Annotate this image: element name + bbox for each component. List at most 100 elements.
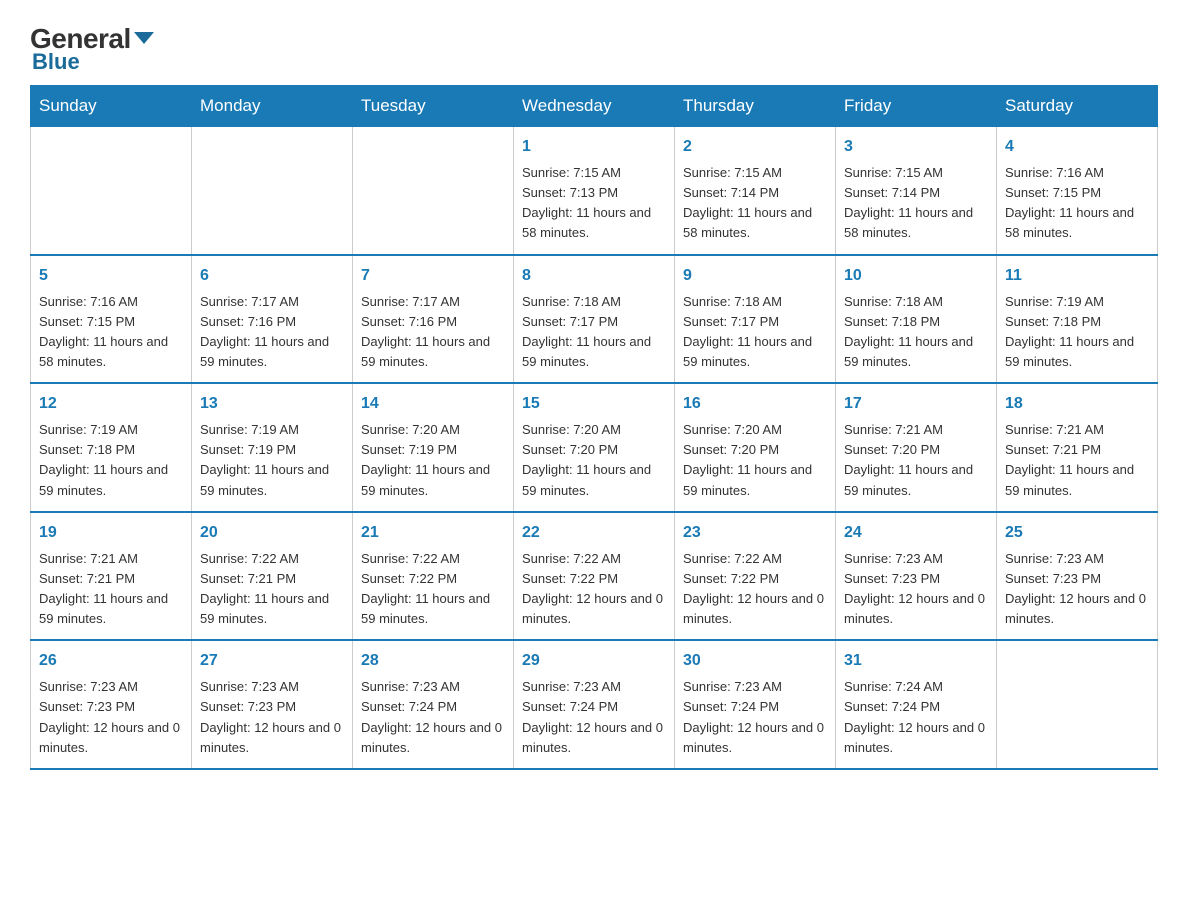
calendar-cell: 14 Sunrise: 7:20 AMSunset: 7:19 PMDayligh… (353, 383, 514, 512)
day-info: Sunrise: 7:17 AMSunset: 7:16 PMDaylight:… (200, 292, 344, 373)
day-number: 22 (522, 521, 666, 545)
day-info: Sunrise: 7:19 AMSunset: 7:19 PMDaylight:… (200, 420, 344, 501)
header-sunday: Sunday (31, 86, 192, 127)
header-saturday: Saturday (997, 86, 1158, 127)
day-number: 15 (522, 392, 666, 416)
calendar-cell: 18Sunrise: 7:21 AMSunset: 7:21 PMDayligh… (997, 383, 1158, 512)
calendar-cell: 3Sunrise: 7:15 AMSunset: 7:14 PMDaylight… (836, 127, 997, 255)
header-tuesday: Tuesday (353, 86, 514, 127)
calendar-cell: 26 Sunrise: 7:23 AMSunset: 7:23 PMDayligh… (31, 640, 192, 769)
calendar-cell: 19Sunrise: 7:21 AMSunset: 7:21 PMDayligh… (31, 512, 192, 641)
calendar-cell: 17 Sunrise: 7:21 AMSunset: 7:20 PMDayligh… (836, 383, 997, 512)
calendar-cell: 15 Sunrise: 7:20 AMSunset: 7:20 PMDayligh… (514, 383, 675, 512)
day-number: 2 (683, 135, 827, 159)
day-info: Sunrise: 7:23 AMSunset: 7:23 PMDaylight:… (844, 549, 988, 630)
day-info: Sunrise: 7:23 AMSunset: 7:24 PMDaylight:… (683, 677, 827, 758)
day-number: 17 (844, 392, 988, 416)
day-info: Sunrise: 7:18 AMSunset: 7:17 PMDaylight:… (683, 292, 827, 373)
header-monday: Monday (192, 86, 353, 127)
calendar-cell: 16Sunrise: 7:20 AMSunset: 7:20 PMDayligh… (675, 383, 836, 512)
calendar-cell: 11 Sunrise: 7:19 AMSunset: 7:18 PMDayligh… (997, 255, 1158, 384)
day-number: 14 (361, 392, 505, 416)
day-info: Sunrise: 7:22 AMSunset: 7:22 PMDaylight:… (361, 549, 505, 630)
day-number: 11 (1005, 264, 1149, 288)
calendar-cell: 8 Sunrise: 7:18 AMSunset: 7:17 PMDaylight… (514, 255, 675, 384)
calendar-cell: 30Sunrise: 7:23 AMSunset: 7:24 PMDayligh… (675, 640, 836, 769)
calendar-cell: 13 Sunrise: 7:19 AMSunset: 7:19 PMDayligh… (192, 383, 353, 512)
day-number: 21 (361, 521, 505, 545)
day-number: 24 (844, 521, 988, 545)
day-info: Sunrise: 7:21 AMSunset: 7:21 PMDaylight:… (1005, 420, 1149, 501)
day-info: Sunrise: 7:23 AMSunset: 7:24 PMDaylight:… (522, 677, 666, 758)
calendar-cell: 6 Sunrise: 7:17 AMSunset: 7:16 PMDaylight… (192, 255, 353, 384)
logo-arrow-icon (134, 32, 154, 44)
day-number: 7 (361, 264, 505, 288)
day-number: 20 (200, 521, 344, 545)
day-number: 8 (522, 264, 666, 288)
calendar-cell: 28 Sunrise: 7:23 AMSunset: 7:24 PMDayligh… (353, 640, 514, 769)
day-number: 23 (683, 521, 827, 545)
day-info: Sunrise: 7:22 AMSunset: 7:21 PMDaylight:… (200, 549, 344, 630)
calendar-week-1: 1 Sunrise: 7:15 AMSunset: 7:13 PMDaylight… (31, 127, 1158, 255)
day-number: 13 (200, 392, 344, 416)
calendar-cell: 12 Sunrise: 7:19 AMSunset: 7:18 PMDayligh… (31, 383, 192, 512)
calendar-cell: 25Sunrise: 7:23 AMSunset: 7:23 PMDayligh… (997, 512, 1158, 641)
calendar-cell: 4 Sunrise: 7:16 AMSunset: 7:15 PMDaylight… (997, 127, 1158, 255)
day-info: Sunrise: 7:22 AMSunset: 7:22 PMDaylight:… (522, 549, 666, 630)
day-number: 25 (1005, 521, 1149, 545)
day-info: Sunrise: 7:15 AMSunset: 7:14 PMDaylight:… (683, 163, 827, 244)
calendar-cell: 20 Sunrise: 7:22 AMSunset: 7:21 PMDayligh… (192, 512, 353, 641)
day-info: Sunrise: 7:23 AMSunset: 7:23 PMDaylight:… (39, 677, 183, 758)
calendar-cell: 10Sunrise: 7:18 AMSunset: 7:18 PMDayligh… (836, 255, 997, 384)
day-info: Sunrise: 7:21 AMSunset: 7:21 PMDaylight:… (39, 549, 183, 630)
day-number: 12 (39, 392, 183, 416)
day-number: 26 (39, 649, 183, 673)
day-info: Sunrise: 7:16 AMSunset: 7:15 PMDaylight:… (1005, 163, 1149, 244)
calendar-cell (997, 640, 1158, 769)
day-info: Sunrise: 7:19 AMSunset: 7:18 PMDaylight:… (1005, 292, 1149, 373)
calendar-week-4: 19Sunrise: 7:21 AMSunset: 7:21 PMDayligh… (31, 512, 1158, 641)
day-info: Sunrise: 7:20 AMSunset: 7:20 PMDaylight:… (683, 420, 827, 501)
calendar-header-row: SundayMondayTuesdayWednesdayThursdayFrid… (31, 86, 1158, 127)
calendar-week-2: 5Sunrise: 7:16 AMSunset: 7:15 PMDaylight… (31, 255, 1158, 384)
day-number: 5 (39, 264, 183, 288)
calendar-week-3: 12 Sunrise: 7:19 AMSunset: 7:18 PMDayligh… (31, 383, 1158, 512)
day-number: 6 (200, 264, 344, 288)
header-wednesday: Wednesday (514, 86, 675, 127)
header-thursday: Thursday (675, 86, 836, 127)
logo: General Blue (30, 20, 154, 75)
calendar-cell (353, 127, 514, 255)
day-info: Sunrise: 7:18 AMSunset: 7:17 PMDaylight:… (522, 292, 666, 373)
day-info: Sunrise: 7:23 AMSunset: 7:23 PMDaylight:… (200, 677, 344, 758)
day-number: 31 (844, 649, 988, 673)
page-header: General Blue (30, 20, 1158, 75)
day-number: 3 (844, 135, 988, 159)
calendar-cell: 9 Sunrise: 7:18 AMSunset: 7:17 PMDaylight… (675, 255, 836, 384)
day-info: Sunrise: 7:19 AMSunset: 7:18 PMDaylight:… (39, 420, 183, 501)
day-info: Sunrise: 7:15 AMSunset: 7:13 PMDaylight:… (522, 163, 666, 244)
calendar-cell: 1 Sunrise: 7:15 AMSunset: 7:13 PMDaylight… (514, 127, 675, 255)
calendar-cell: 21 Sunrise: 7:22 AMSunset: 7:22 PMDayligh… (353, 512, 514, 641)
calendar-cell: 2 Sunrise: 7:15 AMSunset: 7:14 PMDaylight… (675, 127, 836, 255)
day-number: 4 (1005, 135, 1149, 159)
day-info: Sunrise: 7:20 AMSunset: 7:20 PMDaylight:… (522, 420, 666, 501)
calendar-cell: 31Sunrise: 7:24 AMSunset: 7:24 PMDayligh… (836, 640, 997, 769)
calendar-cell: 23Sunrise: 7:22 AMSunset: 7:22 PMDayligh… (675, 512, 836, 641)
calendar-cell: 5Sunrise: 7:16 AMSunset: 7:15 PMDaylight… (31, 255, 192, 384)
calendar-table: SundayMondayTuesdayWednesdayThursdayFrid… (30, 85, 1158, 770)
day-info: Sunrise: 7:21 AMSunset: 7:20 PMDaylight:… (844, 420, 988, 501)
day-number: 10 (844, 264, 988, 288)
calendar-cell (192, 127, 353, 255)
day-number: 9 (683, 264, 827, 288)
day-number: 27 (200, 649, 344, 673)
day-number: 1 (522, 135, 666, 159)
calendar-cell: 7Sunrise: 7:17 AMSunset: 7:16 PMDaylight… (353, 255, 514, 384)
day-info: Sunrise: 7:23 AMSunset: 7:24 PMDaylight:… (361, 677, 505, 758)
calendar-cell: 22 Sunrise: 7:22 AMSunset: 7:22 PMDayligh… (514, 512, 675, 641)
logo-blue-text: Blue (32, 49, 80, 75)
day-info: Sunrise: 7:20 AMSunset: 7:19 PMDaylight:… (361, 420, 505, 501)
calendar-cell: 29Sunrise: 7:23 AMSunset: 7:24 PMDayligh… (514, 640, 675, 769)
calendar-week-5: 26 Sunrise: 7:23 AMSunset: 7:23 PMDayligh… (31, 640, 1158, 769)
day-number: 28 (361, 649, 505, 673)
calendar-cell (31, 127, 192, 255)
